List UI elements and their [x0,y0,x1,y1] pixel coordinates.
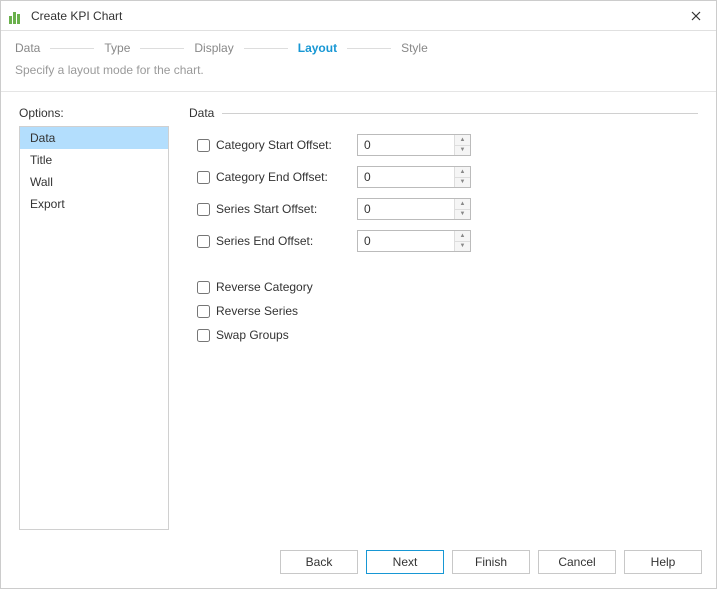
label-series-start-offset: Series Start Offset: [197,202,357,216]
back-button[interactable]: Back [280,550,358,574]
options-item-data[interactable]: Data [20,127,168,149]
settings-column: Data Category Start Offset: ▲ ▼ [189,106,698,530]
step-divider [140,48,184,49]
options-label: Options: [19,106,169,120]
text-category-end-offset: Category End Offset: [216,170,328,184]
text-reverse-series: Reverse Series [216,304,298,318]
close-icon [691,11,701,21]
label-category-start-offset: Category Start Offset: [197,138,357,152]
step-divider [50,48,94,49]
step-layout[interactable]: Layout [298,41,337,55]
section-line [222,113,698,114]
subtitle: Specify a layout mode for the chart. [1,61,716,91]
content-area: Options: Data Title Wall Export Data Cat… [1,92,716,540]
checkbox-reverse-series[interactable] [197,305,210,318]
spinner-series-start-offset: ▲ ▼ [357,198,471,220]
checkbox-swap-groups[interactable] [197,329,210,342]
text-series-end-offset: Series End Offset: [216,234,313,248]
spinner-up-icon[interactable]: ▲ [455,167,470,178]
create-kpi-chart-dialog: Create KPI Chart Data Type Display Layou… [0,0,717,589]
options-item-export[interactable]: Export [20,193,168,215]
checkbox-category-start-offset[interactable] [197,139,210,152]
finish-button[interactable]: Finish [452,550,530,574]
checkbox-series-end-offset[interactable] [197,235,210,248]
chart-icon [9,8,25,24]
text-reverse-category: Reverse Category [216,280,313,294]
row-category-start-offset: Category Start Offset: ▲ ▼ [189,134,698,156]
footer: Back Next Finish Cancel Help [1,540,716,588]
spinner-buttons: ▲ ▼ [454,231,470,251]
spinner-down-icon[interactable]: ▼ [455,210,470,220]
spinner-buttons: ▲ ▼ [454,135,470,155]
row-swap-groups: Swap Groups [189,328,698,342]
row-series-end-offset: Series End Offset: ▲ ▼ [189,230,698,252]
row-category-end-offset: Category End Offset: ▲ ▼ [189,166,698,188]
step-data[interactable]: Data [15,41,40,55]
cancel-button[interactable]: Cancel [538,550,616,574]
step-divider [347,48,391,49]
section-title: Data [189,106,214,120]
spinner-down-icon[interactable]: ▼ [455,178,470,188]
input-series-start-offset[interactable] [358,199,454,219]
spinner-down-icon[interactable]: ▼ [455,146,470,156]
dialog-title: Create KPI Chart [31,9,684,23]
checkbox-reverse-category[interactable] [197,281,210,294]
spinner-down-icon[interactable]: ▼ [455,242,470,252]
close-button[interactable] [684,4,708,28]
step-style[interactable]: Style [401,41,428,55]
spinner-up-icon[interactable]: ▲ [455,135,470,146]
spinner-category-start-offset: ▲ ▼ [357,134,471,156]
titlebar: Create KPI Chart [1,1,716,31]
next-button[interactable]: Next [366,550,444,574]
spinner-category-end-offset: ▲ ▼ [357,166,471,188]
text-series-start-offset: Series Start Offset: [216,202,317,216]
input-category-start-offset[interactable] [358,135,454,155]
text-swap-groups: Swap Groups [216,328,289,342]
row-reverse-series: Reverse Series [189,304,698,318]
row-reverse-category: Reverse Category [189,280,698,294]
options-column: Options: Data Title Wall Export [19,106,169,530]
options-list[interactable]: Data Title Wall Export [19,126,169,530]
help-button[interactable]: Help [624,550,702,574]
step-display[interactable]: Display [194,41,233,55]
label-category-end-offset: Category End Offset: [197,170,357,184]
label-series-end-offset: Series End Offset: [197,234,357,248]
spinner-buttons: ▲ ▼ [454,199,470,219]
options-item-wall[interactable]: Wall [20,171,168,193]
spinner-buttons: ▲ ▼ [454,167,470,187]
spinner-series-end-offset: ▲ ▼ [357,230,471,252]
text-category-start-offset: Category Start Offset: [216,138,332,152]
wizard-steps: Data Type Display Layout Style [1,31,716,61]
section-header: Data [189,106,698,120]
row-series-start-offset: Series Start Offset: ▲ ▼ [189,198,698,220]
options-item-title[interactable]: Title [20,149,168,171]
step-divider [244,48,288,49]
checkbox-category-end-offset[interactable] [197,171,210,184]
spinner-up-icon[interactable]: ▲ [455,199,470,210]
spinner-up-icon[interactable]: ▲ [455,231,470,242]
input-category-end-offset[interactable] [358,167,454,187]
input-series-end-offset[interactable] [358,231,454,251]
checkbox-series-start-offset[interactable] [197,203,210,216]
step-type[interactable]: Type [104,41,130,55]
